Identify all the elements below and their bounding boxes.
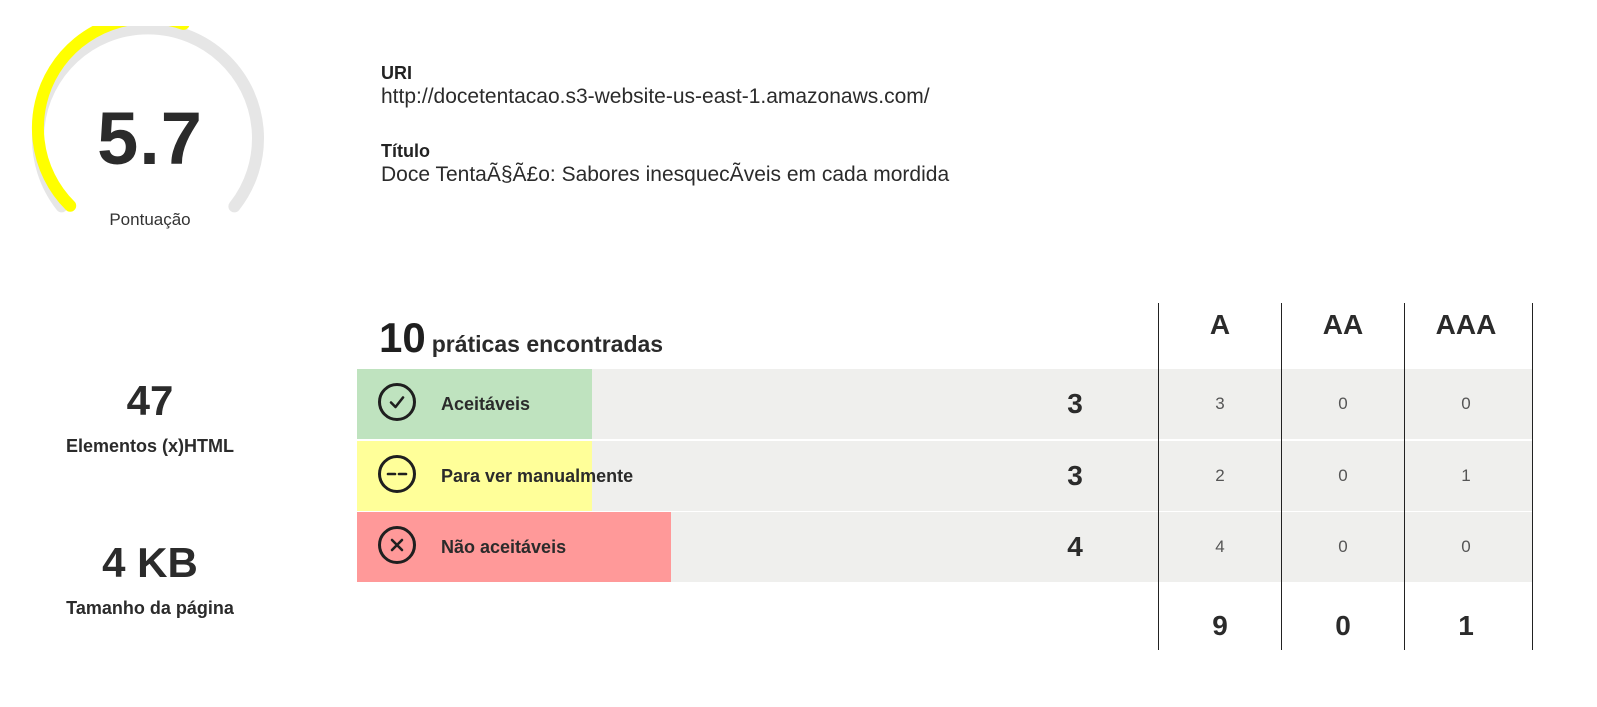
page-info: URI http://docetentacao.s3-website-us-ea… xyxy=(381,62,949,188)
column-divider xyxy=(1158,303,1159,650)
title-label: Título xyxy=(381,141,430,161)
score-value: 5.7 xyxy=(97,97,203,180)
level-aaa-header: AAA xyxy=(1435,309,1497,340)
elements-count: 47 xyxy=(126,377,174,424)
manual-a-count: 2 xyxy=(1215,466,1225,485)
practices-label: práticas encontradas xyxy=(431,331,664,357)
result-row-manual[interactable]: Para ver manualmente 3 2 0 1 xyxy=(357,441,1533,511)
acceptable-a-count: 3 xyxy=(1215,394,1225,413)
acceptable-label: Aceitáveis xyxy=(441,394,531,414)
not-acceptable-aaa-count: 0 xyxy=(1461,537,1471,556)
result-row-acceptable[interactable]: Aceitáveis 3 3 0 0 xyxy=(357,369,1533,439)
total-aaa: 1 xyxy=(1458,610,1474,641)
manual-aa-count: 0 xyxy=(1338,466,1348,485)
level-a-header: A xyxy=(1209,309,1231,340)
result-row-not-acceptable[interactable]: Não aceitáveis 4 4 0 0 xyxy=(357,512,1533,582)
score-gauge: 5.7 Pontuação xyxy=(30,26,270,229)
uri-value: http://docetentacao.s3-website-us-east-1… xyxy=(381,85,930,108)
not-acceptable-label: Não aceitáveis xyxy=(441,537,567,557)
elements-label: Elementos (x)HTML xyxy=(65,436,234,456)
dash-circle-icon xyxy=(378,455,416,493)
page-size-label: Tamanho da página xyxy=(66,598,234,618)
practices-heading: 10 práticas encontradas xyxy=(379,314,663,362)
page-size-value: 4 KB xyxy=(102,539,198,586)
elements-stat: 47 Elementos (x)HTML xyxy=(50,380,250,457)
acceptable-count: 3 xyxy=(1067,388,1083,419)
acceptable-aaa-count: 0 xyxy=(1461,394,1471,413)
not-acceptable-count: 4 xyxy=(1067,531,1083,562)
acceptable-aa-count: 0 xyxy=(1338,394,1348,413)
practices-count: 10 xyxy=(379,314,426,361)
page-size-stat: 4 KB Tamanho da página xyxy=(50,542,250,619)
total-a: 9 xyxy=(1212,610,1228,641)
total-aa: 0 xyxy=(1335,610,1351,641)
column-divider xyxy=(1281,303,1282,650)
not-acceptable-a-count: 4 xyxy=(1215,537,1225,556)
uri-label: URI xyxy=(381,63,412,83)
manual-label: Para ver manualmente xyxy=(441,466,634,486)
level-aa-header: AA xyxy=(1322,309,1364,340)
check-circle-icon xyxy=(378,383,416,421)
score-label: Pontuação xyxy=(109,210,191,229)
manual-aaa-count: 1 xyxy=(1461,466,1471,485)
x-circle-icon xyxy=(378,526,416,564)
column-divider xyxy=(1404,303,1405,650)
title-value: Doce TentaÃ§Ã£o: Sabores inesquecÃveis e… xyxy=(381,163,950,186)
column-divider xyxy=(1532,303,1533,650)
not-acceptable-aa-count: 0 xyxy=(1338,537,1348,556)
manual-count: 3 xyxy=(1067,460,1083,491)
